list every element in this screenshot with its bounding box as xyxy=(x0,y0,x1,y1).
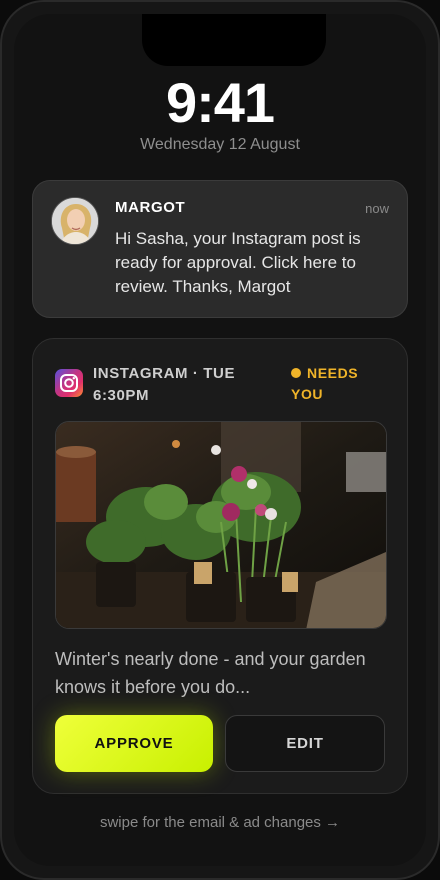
edit-button[interactable]: EDIT xyxy=(225,715,385,772)
instagram-icon xyxy=(55,369,83,397)
message-notification[interactable]: MARGOT now Hi Sasha, your Instagram post… xyxy=(32,180,408,318)
lock-date: Wednesday 12 August xyxy=(140,136,300,153)
status-dot-icon xyxy=(291,368,301,378)
notification-message: Hi Sasha, your Instagram post is ready f… xyxy=(115,229,361,296)
status-badge: NEEDS YOU xyxy=(291,363,391,405)
status-label: NEEDS YOU xyxy=(291,365,359,402)
notification-time: now xyxy=(365,201,389,216)
avatar xyxy=(51,197,99,245)
swipe-hint[interactable]: swipe for the email & ad changes → xyxy=(0,814,440,831)
platform-schedule: INSTAGRAM · TUE 6:30PM xyxy=(93,365,236,404)
camera-notch xyxy=(142,14,326,66)
post-image[interactable] xyxy=(55,421,387,629)
approve-button[interactable]: APPROVE xyxy=(55,715,213,772)
lock-clock: 9:41 xyxy=(165,71,275,134)
notification-sender: MARGOT xyxy=(115,199,186,216)
post-approval-card: INSTAGRAM · TUE 6:30PM NEEDS YOU Winter'… xyxy=(32,338,408,794)
post-caption: Winter's nearly done - and your garden k… xyxy=(55,649,366,697)
